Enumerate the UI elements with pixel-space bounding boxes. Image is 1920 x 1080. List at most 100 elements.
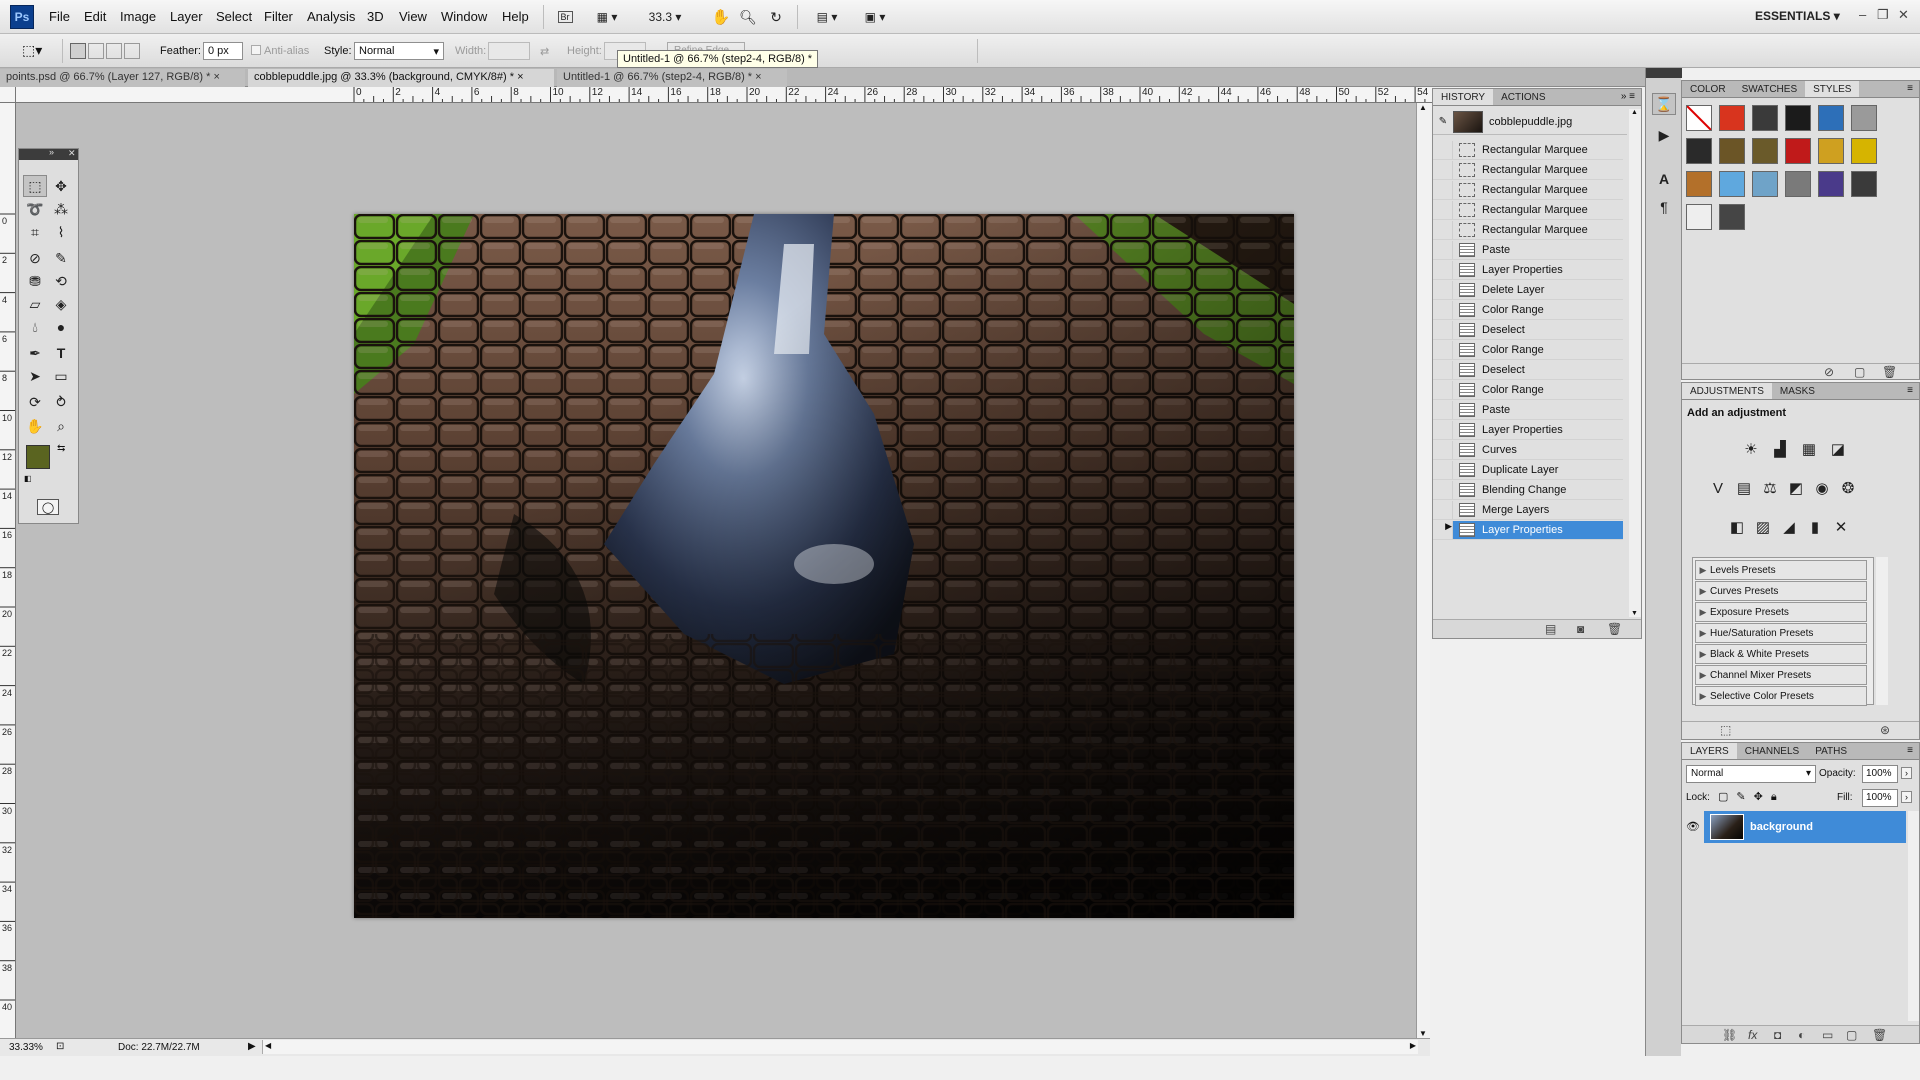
history-state[interactable]: Rectangular Marquee: [1433, 221, 1623, 240]
preset-row[interactable]: ▶ Exposure Presets: [1695, 602, 1867, 622]
history-state[interactable]: Merge Layers: [1433, 501, 1623, 520]
add-mask-icon[interactable]: ◘: [1774, 1028, 1781, 1042]
feather-input[interactable]: 0 px: [203, 42, 243, 60]
history-dock-icon[interactable]: ⌛: [1652, 93, 1676, 115]
history-state[interactable]: Rectangular Marquee: [1433, 201, 1623, 220]
vertical-ruler[interactable]: 0 2 4 6 8 10 12 14 16 18 20 22 24 26 28 30 32 34 36 38 40: [0, 103, 16, 1038]
tab-swatches[interactable]: SWATCHES: [1734, 81, 1806, 97]
layers-scrollbar[interactable]: [1908, 811, 1919, 1021]
new-style-icon[interactable]: ▢: [1854, 365, 1865, 379]
vertical-scrollbar[interactable]: ▲ ▼: [1416, 103, 1430, 1038]
style-swatch[interactable]: [1719, 204, 1745, 230]
style-swatch[interactable]: [1785, 105, 1811, 131]
history-state[interactable]: Paste: [1433, 241, 1623, 260]
style-swatch[interactable]: [1818, 138, 1844, 164]
black-white-icon[interactable]: ◩: [1784, 477, 1808, 499]
scroll-left-icon[interactable]: ◀: [265, 1041, 271, 1050]
history-scrollbar[interactable]: ▲ ▼: [1629, 109, 1641, 617]
preset-row[interactable]: ▶ Channel Mixer Presets: [1695, 665, 1867, 685]
hand-tool-icon[interactable]: ✋: [710, 6, 732, 28]
style-swatch[interactable]: [1818, 171, 1844, 197]
history-brush-source-checkbox[interactable]: [1433, 361, 1453, 379]
style-select[interactable]: Normal ▾: [354, 42, 444, 60]
menu-select[interactable]: Select: [216, 9, 252, 24]
menu-3d[interactable]: 3D: [367, 9, 384, 24]
new-document-from-state-icon[interactable]: ▤: [1545, 622, 1556, 636]
panel-menu-icon[interactable]: ≡: [1901, 383, 1919, 399]
clip-to-layer-icon[interactable]: ⊛: [1880, 723, 1890, 737]
scroll-up-icon[interactable]: ▲: [1631, 109, 1638, 116]
workspace-switcher[interactable]: ESSENTIALS ▾: [1755, 9, 1840, 23]
tab-history[interactable]: HISTORY: [1433, 89, 1494, 105]
history-brush-source-checkbox[interactable]: [1433, 161, 1453, 179]
style-swatch[interactable]: [1719, 171, 1745, 197]
style-swatch[interactable]: [1851, 105, 1877, 131]
type-tool-icon[interactable]: T: [49, 342, 73, 364]
clone-stamp-tool-icon[interactable]: ⛃: [23, 270, 47, 292]
history-state[interactable]: Color Range: [1433, 381, 1623, 400]
create-snapshot-icon[interactable]: ◙: [1577, 622, 1584, 636]
restore-icon[interactable]: ❐: [1877, 7, 1889, 23]
eye-icon[interactable]: 👁︎: [1682, 811, 1704, 843]
history-state[interactable]: Color Range: [1433, 301, 1623, 320]
antialias-checkbox[interactable]: [251, 45, 261, 55]
history-state[interactable]: Rectangular Marquee: [1433, 181, 1623, 200]
gradient-map-icon[interactable]: ▮: [1803, 516, 1827, 538]
expand-arrow-icon[interactable]: ▶: [1696, 691, 1710, 702]
rotate-view-icon[interactable]: ↻: [765, 6, 787, 28]
menu-analysis[interactable]: Analysis: [307, 9, 355, 24]
blur-tool-icon[interactable]: 💧︎: [23, 316, 47, 338]
threshold-icon[interactable]: ◢: [1777, 516, 1801, 538]
style-swatch[interactable]: [1686, 204, 1712, 230]
swap-colors-icon[interactable]: ⇆: [57, 443, 65, 454]
history-brush-source-checkbox[interactable]: [1433, 501, 1453, 519]
style-swatch[interactable]: [1785, 138, 1811, 164]
levels-icon[interactable]: ▟: [1768, 438, 1792, 460]
history-brush-source-checkbox[interactable]: [1433, 241, 1453, 259]
history-brush-source-checkbox[interactable]: [1433, 481, 1453, 499]
arrange-documents-icon[interactable]: ▤ ▾: [810, 6, 844, 28]
subtract-selection-icon[interactable]: [106, 43, 122, 59]
view-extras-icon[interactable]: ▦ ▾: [590, 6, 624, 28]
tab-masks[interactable]: MASKS: [1772, 383, 1823, 399]
zoom-status[interactable]: 33.33%: [9, 1042, 43, 1053]
layer-row-background[interactable]: 👁︎ background: [1682, 811, 1906, 843]
3d-orbit-tool-icon[interactable]: ⥁: [49, 391, 73, 413]
history-brush-source-checkbox[interactable]: [1433, 421, 1453, 439]
photoshop-logo[interactable]: Ps: [10, 5, 34, 29]
new-group-icon[interactable]: ▭: [1822, 1028, 1833, 1042]
curves-icon[interactable]: ▦: [1797, 438, 1821, 460]
lock-options-icon[interactable]: ▢✎✥🔒︎: [1718, 790, 1785, 804]
zoom-level-dropdown[interactable]: 33.3 ▾: [640, 6, 690, 28]
marquee-preset-icon[interactable]: ⬚▾: [22, 42, 52, 60]
tools-panel-header[interactable]: » ✕: [19, 147, 78, 160]
menu-view[interactable]: View: [399, 9, 427, 24]
brightness-icon[interactable]: ☀: [1739, 438, 1763, 460]
document-image[interactable]: [354, 214, 1294, 918]
history-brush-source-checkbox[interactable]: [1433, 221, 1453, 239]
close-icon[interactable]: ✕: [68, 148, 76, 159]
ruler-origin[interactable]: [0, 87, 16, 103]
history-brush-source-checkbox[interactable]: [1433, 441, 1453, 459]
exposure-icon[interactable]: ◪: [1826, 438, 1850, 460]
adjustment-layer-icon[interactable]: ◐: [1798, 1028, 1805, 1042]
menu-layer[interactable]: Layer: [170, 9, 203, 24]
close-icon[interactable]: ✕: [1898, 7, 1909, 23]
style-swatch[interactable]: [1752, 105, 1778, 131]
lasso-tool-icon[interactable]: ➰: [23, 198, 47, 220]
eraser-tool-icon[interactable]: ▱: [23, 293, 47, 315]
style-swatch[interactable]: [1752, 171, 1778, 197]
menu-image[interactable]: Image: [120, 9, 156, 24]
new-layer-icon[interactable]: ▢: [1846, 1028, 1857, 1042]
intersect-selection-icon[interactable]: [124, 43, 140, 59]
history-brush-tool-icon[interactable]: ⟲: [49, 270, 73, 292]
panel-menu-icon[interactable]: » ≡: [1615, 89, 1641, 105]
add-selection-icon[interactable]: [88, 43, 104, 59]
presets-scrollbar[interactable]: [1876, 557, 1888, 705]
selective-color-icon[interactable]: ✕: [1829, 516, 1853, 538]
return-to-list-icon[interactable]: ⬚: [1720, 723, 1731, 737]
trash-icon[interactable]: 🗑︎: [1882, 365, 1897, 379]
swap-icon[interactable]: ⇄: [540, 45, 549, 58]
scroll-down-icon[interactable]: ▼: [1419, 1029, 1427, 1038]
eyedropper-tool-icon[interactable]: ⌇: [49, 221, 73, 243]
